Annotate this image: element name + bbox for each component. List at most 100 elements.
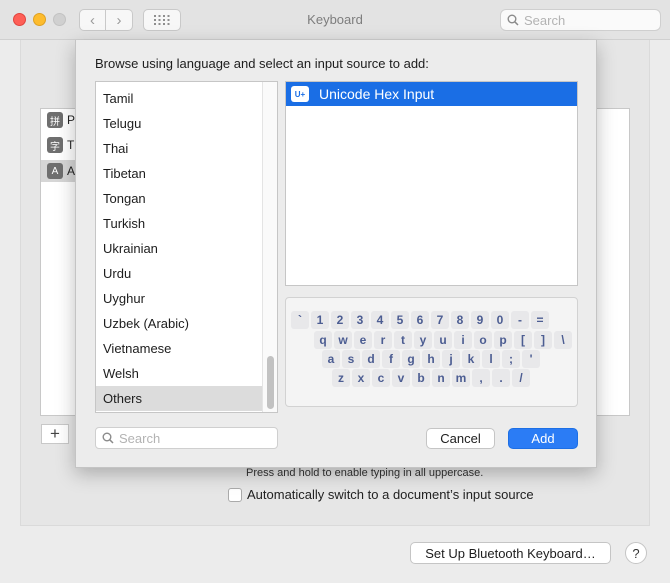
- close-window-button[interactable]: [13, 13, 26, 26]
- language-item[interactable]: Telugu: [96, 111, 263, 136]
- language-item[interactable]: Urdu: [96, 261, 263, 286]
- keyboard-key: j: [442, 350, 460, 368]
- keyboard-key: h: [422, 350, 440, 368]
- keyboard-key: 8: [451, 311, 469, 329]
- language-item[interactable]: Tongan: [96, 186, 263, 211]
- keyboard-key: -: [511, 311, 529, 329]
- search-icon: [507, 14, 519, 26]
- language-search-field[interactable]: Search: [95, 427, 278, 449]
- keyboard-key: z: [332, 369, 350, 387]
- keyboard-key: 3: [351, 311, 369, 329]
- add-button[interactable]: Add: [508, 428, 578, 449]
- keyboard-row: z x c v b n m,. /: [332, 369, 532, 387]
- language-item[interactable]: Welsh: [96, 361, 263, 386]
- input-source-options-list[interactable]: U+ Unicode Hex Input: [285, 81, 578, 286]
- language-item[interactable]: Turkish: [96, 211, 263, 236]
- help-button[interactable]: ?: [625, 542, 647, 564]
- keyboard-key: ;: [502, 350, 520, 368]
- keyboard-key: u: [434, 331, 452, 349]
- keyboard-key: t: [394, 331, 412, 349]
- input-source-option-selected[interactable]: U+ Unicode Hex Input: [286, 82, 577, 106]
- keyboard-key: \: [554, 331, 572, 349]
- keyboard-key: v: [392, 369, 410, 387]
- keyboard-key: w: [334, 331, 352, 349]
- search-icon: [102, 432, 114, 444]
- keyboard-key: e: [354, 331, 372, 349]
- forward-button[interactable]: ›: [106, 9, 133, 31]
- window-search-placeholder: Search: [524, 12, 566, 28]
- keyboard-key: n: [432, 369, 450, 387]
- character-icon: 字: [47, 137, 63, 153]
- keyboard-key: 4: [371, 311, 389, 329]
- pinyin-icon: 拼: [47, 112, 63, 128]
- caps-lock-hint: Press and hold to enable typing in all u…: [246, 467, 484, 479]
- keyboard-key: d: [362, 350, 380, 368]
- keyboard-key: 2: [331, 311, 349, 329]
- zoom-window-button[interactable]: [53, 13, 66, 26]
- language-list-scrollbar[interactable]: [262, 82, 277, 412]
- window-titlebar: ‹ › Keyboard Search: [0, 0, 670, 40]
- keyboard-key: 6: [411, 311, 429, 329]
- keyboard-row: ` 1 2 3 4 5 6 7 8 9 0- =: [291, 311, 551, 329]
- keyboard-key: b: [412, 369, 430, 387]
- keyboard-key: c: [372, 369, 390, 387]
- language-item[interactable]: Ukrainian: [96, 236, 263, 261]
- keyboard-key: .: [492, 369, 510, 387]
- cancel-button[interactable]: Cancel: [426, 428, 495, 449]
- language-item[interactable]: Tibetan: [96, 161, 263, 186]
- chevron-right-icon: ›: [116, 11, 122, 29]
- grid-icon: [154, 15, 170, 25]
- language-item-selected[interactable]: Others: [96, 386, 263, 411]
- keyboard-key: ,: [472, 369, 490, 387]
- keyboard-key: ': [522, 350, 540, 368]
- keyboard-key: 9: [471, 311, 489, 329]
- keyboard-key: 7: [431, 311, 449, 329]
- add-input-source-sheet: Browse using language and select an inpu…: [75, 40, 597, 468]
- keyboard-key: f: [382, 350, 400, 368]
- sheet-heading: Browse using language and select an inpu…: [95, 56, 429, 71]
- keyboard-key: =: [531, 311, 549, 329]
- keyboard-key: /: [512, 369, 530, 387]
- language-item[interactable]: Uyghur: [96, 286, 263, 311]
- keyboard-key: s: [342, 350, 360, 368]
- language-item[interactable]: Tamil: [96, 86, 263, 111]
- abc-icon: A: [47, 163, 63, 179]
- minimize-window-button[interactable]: [33, 13, 46, 26]
- keyboard-key: y: [414, 331, 432, 349]
- language-search-placeholder: Search: [119, 430, 161, 446]
- keyboard-key: `: [291, 311, 309, 329]
- add-input-source-button[interactable]: +: [41, 424, 69, 444]
- setup-bluetooth-keyboard-button[interactable]: Set Up Bluetooth Keyboard…: [410, 542, 611, 564]
- language-item[interactable]: Thai: [96, 136, 263, 161]
- plus-icon: +: [50, 424, 60, 443]
- chevron-left-icon: ‹: [90, 11, 95, 29]
- keyboard-key: k: [462, 350, 480, 368]
- keyboard-row: q w e r t y u i o p[] \: [314, 331, 574, 349]
- input-source-label: A: [67, 164, 76, 178]
- auto-switch-option[interactable]: Automatically switch to a document’s inp…: [228, 487, 534, 502]
- keyboard-key: 1: [311, 311, 329, 329]
- scrollbar-thumb[interactable]: [267, 356, 274, 409]
- keyboard-key: a: [322, 350, 340, 368]
- back-button[interactable]: ‹: [79, 9, 106, 31]
- unicode-hex-icon: U+: [291, 86, 309, 102]
- language-item[interactable]: Vietnamese: [96, 336, 263, 361]
- auto-switch-label: Automatically switch to a document’s inp…: [247, 487, 534, 502]
- keyboard-row: a s d f g h j k l; ': [322, 350, 542, 368]
- keyboard-key: x: [352, 369, 370, 387]
- show-all-button[interactable]: [143, 9, 181, 31]
- keyboard-key: l: [482, 350, 500, 368]
- keyboard-preview: ` 1 2 3 4 5 6 7 8 9 0- = q w e r t y u i o p[] \ a s d f g h j k l; ' …: [285, 297, 578, 407]
- auto-switch-checkbox[interactable]: [228, 487, 242, 502]
- input-source-label: P: [67, 113, 76, 127]
- input-source-label: T: [67, 138, 75, 152]
- keyboard-key: m: [452, 369, 470, 387]
- language-list[interactable]: Tamil Telugu Thai Tibetan Tongan Turkish…: [95, 81, 278, 413]
- keyboard-key: i: [454, 331, 472, 349]
- language-item[interactable]: Uzbek (Arabic): [96, 311, 263, 336]
- keyboard-key: q: [314, 331, 332, 349]
- keyboard-key: [: [514, 331, 532, 349]
- window-search-field[interactable]: Search: [500, 9, 661, 31]
- keyboard-key: p: [494, 331, 512, 349]
- help-icon: ?: [632, 545, 640, 561]
